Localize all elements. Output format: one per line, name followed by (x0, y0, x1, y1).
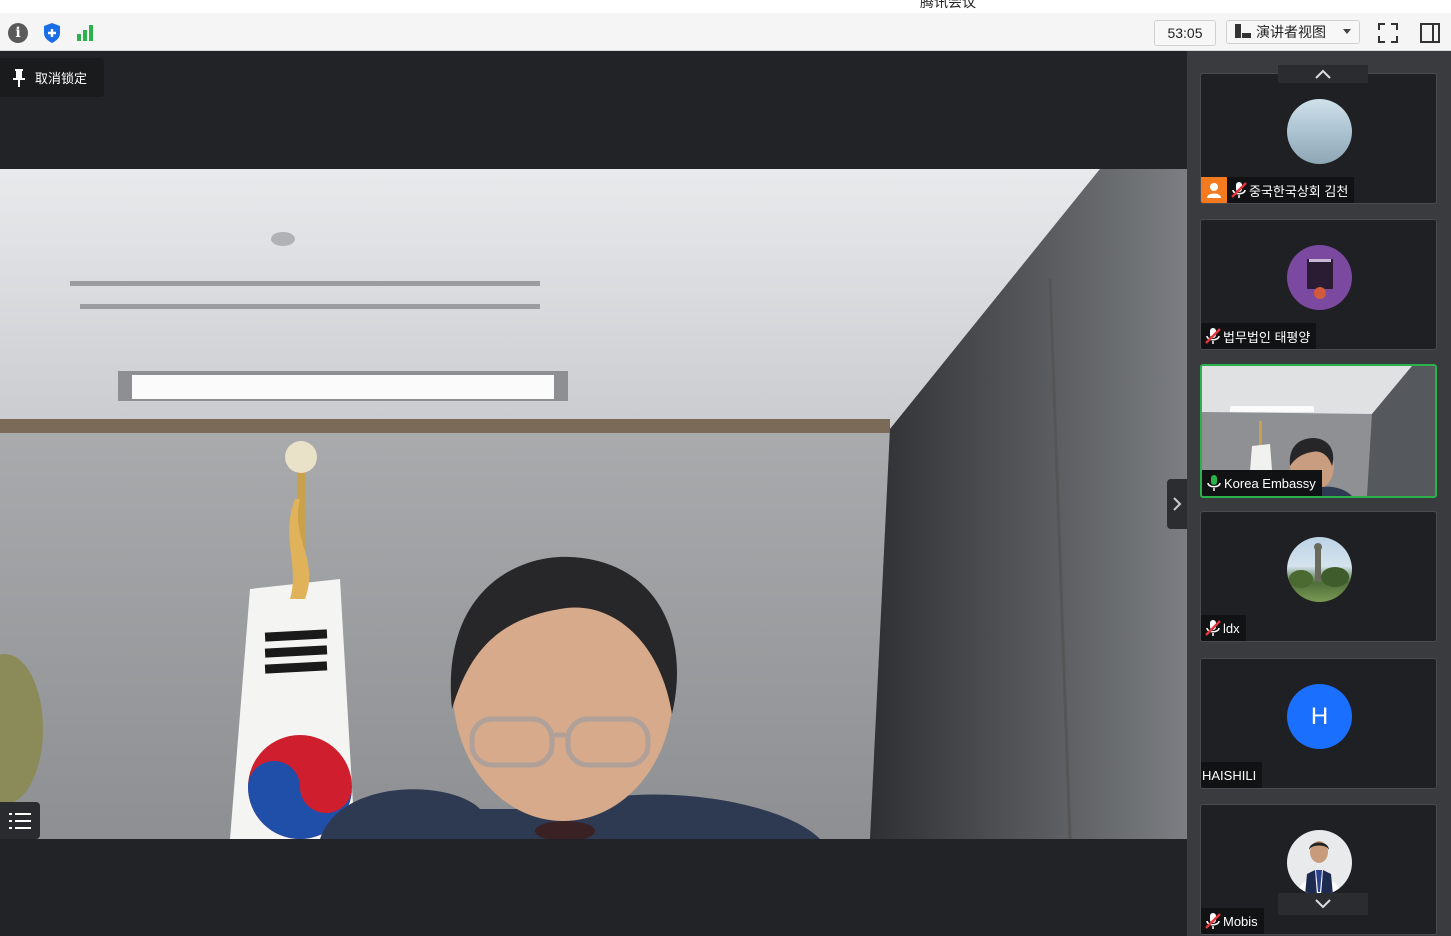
info-icon[interactable]: i (6, 21, 30, 45)
participant-name: HAISHILI (1202, 767, 1257, 783)
participant-avatar-letter: H (1287, 684, 1352, 749)
view-mode-label: 演讲者视图 (1256, 24, 1326, 40)
meeting-timer: 53:05 (1154, 20, 1216, 46)
list-icon (9, 811, 31, 831)
participant-name: Mobis (1223, 913, 1258, 929)
participant-avatar (1287, 830, 1352, 895)
mic-muted-icon (1205, 912, 1221, 930)
chevron-down-icon (1315, 899, 1331, 909)
pin-icon (12, 68, 26, 87)
participant-list-button[interactable] (0, 802, 40, 839)
mic-muted-icon (1231, 181, 1247, 199)
participant-avatar (1287, 99, 1352, 164)
host-badge-icon (1201, 177, 1227, 203)
participant-nameplate: 중국한국상회 김천 (1201, 177, 1355, 203)
mic-muted-icon (1205, 327, 1221, 345)
mic-active-icon (1206, 474, 1222, 492)
chevron-right-icon (1172, 497, 1182, 511)
participant-tile[interactable]: Mobis (1200, 804, 1437, 935)
participant-nameplate: Mobis (1201, 908, 1264, 934)
scroll-down-button[interactable] (1278, 893, 1368, 915)
collapse-sidebar-button[interactable] (1167, 479, 1187, 529)
participant-name: ldx (1223, 620, 1240, 636)
chevron-up-icon (1315, 69, 1331, 79)
participant-tile[interactable]: 중국한국상회 김천 (1200, 73, 1437, 204)
participant-nameplate: HAISHILI (1201, 762, 1263, 788)
window-titlebar: 腾讯会议 (0, 0, 1451, 13)
participant-nameplate: ldx (1201, 615, 1246, 641)
participant-gallery: 중국한국상회 김천 법무법인 태평양 Korea Embassy ldx H H… (1187, 51, 1451, 936)
participant-tile[interactable]: H HAISHILI (1200, 658, 1437, 789)
participant-tile[interactable]: 법무법인 태평양 (1200, 219, 1437, 350)
mic-muted-icon (1205, 619, 1221, 637)
view-mode-dropdown[interactable]: 演讲者视图 (1226, 20, 1360, 44)
participant-avatar (1287, 245, 1352, 310)
participant-nameplate: Korea Embassy (1202, 470, 1322, 496)
unpin-label: 取消锁定 (35, 71, 88, 86)
security-shield-icon[interactable] (40, 21, 64, 45)
fullscreen-icon[interactable] (1376, 21, 1400, 45)
dropdown-caret-icon (1343, 29, 1351, 34)
speaker-video-frame (0, 169, 1187, 839)
participant-name: 법무법인 태평양 (1223, 329, 1311, 345)
window-title: 腾讯会议 (920, 0, 976, 10)
participant-avatar (1287, 537, 1352, 602)
sidebar-toggle-icon[interactable] (1418, 21, 1442, 45)
participant-tile[interactable]: ldx (1200, 511, 1437, 642)
signal-strength-icon[interactable] (73, 21, 97, 45)
scroll-up-button[interactable] (1278, 65, 1368, 83)
meeting-toolbar: i 53:05 演讲者视图 (0, 13, 1451, 51)
unpin-button[interactable]: 取消锁定 (0, 58, 104, 97)
participant-name: 중국한국상회 김천 (1249, 183, 1349, 199)
participant-nameplate: 법무법인 태평양 (1201, 323, 1317, 349)
participant-name: Korea Embassy (1224, 475, 1316, 491)
speaker-view-icon (1235, 23, 1251, 42)
main-video-stage: 取消锁定 (0, 51, 1187, 936)
participant-tile-active[interactable]: Korea Embassy (1200, 364, 1437, 498)
active-speaker-video (0, 169, 1187, 839)
